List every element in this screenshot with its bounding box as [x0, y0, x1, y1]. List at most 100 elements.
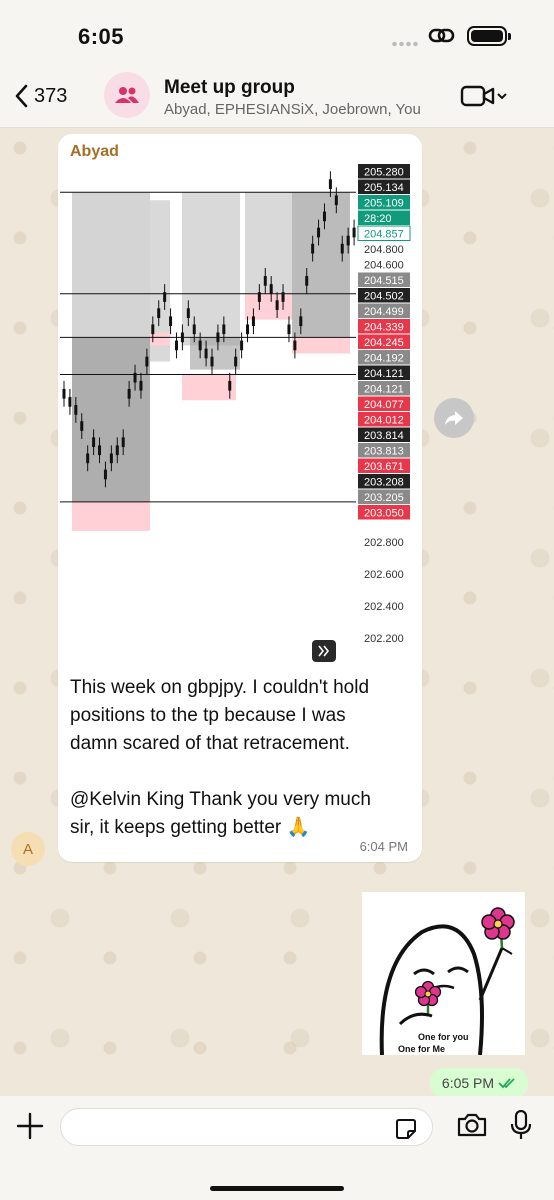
candle-body [246, 324, 250, 335]
forward-arrow-icon [445, 411, 463, 425]
sticker-message[interactable]: One for you One for Me [362, 892, 525, 1056]
candle-body [103, 469, 107, 480]
candle-body [139, 380, 143, 391]
candle-body [210, 356, 214, 367]
price-label: 203.814 [364, 430, 404, 442]
price-label: 202.200 [364, 633, 404, 645]
candle-body [115, 445, 119, 456]
price-label: 204.800 [364, 244, 404, 256]
plus-icon[interactable] [16, 1112, 44, 1140]
candle-body [157, 308, 161, 318]
status-bar: 6:05 [0, 0, 554, 64]
group-members[interactable]: Abyad, EPHESIANSiX, Joebrown, You [164, 101, 421, 118]
chevron-down-icon [497, 93, 507, 100]
candle-body [334, 195, 338, 206]
sticker-caption: One for Me [398, 1044, 446, 1054]
candle-body [163, 292, 167, 302]
candle-body [174, 340, 178, 351]
group-title[interactable]: Meet up group [164, 77, 295, 99]
message-line: sir, it keeps getting better 🙏 [70, 817, 311, 838]
price-label: 202.400 [364, 601, 404, 613]
candle-body [121, 437, 125, 448]
sticker-caption: One for you [418, 1032, 469, 1042]
signal-icon [391, 40, 419, 48]
candle-body [287, 324, 291, 335]
outgoing-time-badge: 6:05 PM [430, 1068, 528, 1098]
candle-body [127, 388, 131, 399]
chart-zone [72, 501, 150, 531]
camera-icon[interactable] [456, 1112, 488, 1138]
price-label: 204.012 [364, 415, 404, 427]
chart-zone [292, 337, 350, 354]
sticker-icon[interactable] [394, 1117, 418, 1141]
forward-button[interactable] [434, 398, 474, 438]
candle-body [311, 243, 315, 254]
message-line: @Kelvin King Thank you very much [70, 789, 371, 810]
candle-body [109, 453, 113, 464]
flork-flowers-sticker [379, 907, 515, 1056]
candle-body [204, 348, 208, 359]
video-call-button[interactable] [460, 84, 508, 108]
message-input-box[interactable] [60, 1108, 433, 1146]
link-icon [428, 28, 455, 43]
message-input[interactable] [61, 1109, 381, 1145]
chart-zone [182, 192, 240, 346]
candle-body [346, 235, 350, 246]
candle-body [169, 316, 173, 327]
candle-body [269, 284, 273, 294]
chart-zone [72, 337, 150, 502]
candle-body [192, 324, 196, 335]
group-icon [115, 87, 139, 103]
candle-body [257, 292, 261, 302]
candle-body [281, 292, 285, 302]
chart-zone [182, 374, 236, 401]
price-label: 204.192 [364, 353, 404, 365]
message-line: This week on gbpjpy. I couldn't hold [70, 677, 370, 698]
candle-body [305, 276, 309, 286]
candle-body [92, 437, 96, 448]
price-label: 204.515 [364, 275, 404, 287]
incoming-message-bubble[interactable]: Abyad 205.280 205.134 205.109 28:20 204.857 2… [58, 134, 422, 862]
candle-body [251, 316, 255, 327]
candle-body [180, 332, 184, 343]
candle-body [299, 316, 303, 327]
unread-count: 373 [34, 84, 68, 107]
price-label: 204.245 [364, 337, 404, 349]
sender-name[interactable]: Abyad [70, 143, 119, 161]
sender-avatar[interactable]: A [11, 832, 45, 866]
candle-body [216, 332, 220, 343]
candle-body [328, 179, 332, 189]
candle-body [145, 356, 149, 367]
price-label: 205.280 [364, 167, 404, 179]
price-label: 204.857 [364, 229, 404, 241]
candle-body [352, 227, 356, 238]
candle-body [317, 227, 321, 238]
candle-body [151, 324, 155, 335]
microphone-icon[interactable] [510, 1110, 532, 1140]
price-label: 204.121 [364, 384, 404, 396]
price-label: 204.600 [364, 260, 404, 272]
candle-body [68, 397, 72, 407]
price-label: 203.671 [364, 461, 404, 473]
group-avatar[interactable] [104, 72, 150, 118]
message-text: This week on gbpjpy. I couldn't hold pos… [70, 674, 410, 842]
price-label: 202.800 [364, 537, 404, 549]
double-check-icon [498, 1078, 515, 1089]
chevron-left-icon [15, 84, 28, 108]
price-label: 203.208 [364, 477, 404, 489]
trading-chart-image[interactable]: 205.280 205.134 205.109 28:20 204.857 204.800… [60, 162, 420, 672]
message-line: damn scared of that retracement. [70, 733, 350, 754]
price-label: 203.205 [364, 492, 404, 504]
candle-body [80, 421, 84, 431]
candle-body [74, 405, 78, 415]
chart-zone [190, 337, 240, 370]
flower-large [481, 907, 515, 940]
price-label: 203.050 [364, 508, 404, 520]
candle-body [322, 211, 326, 222]
chart-zone [245, 293, 292, 320]
candle-body [62, 388, 66, 399]
candle-body [263, 276, 267, 286]
back-button[interactable]: 373 [14, 84, 67, 108]
candle-body [340, 243, 344, 254]
candle-body [86, 453, 90, 464]
